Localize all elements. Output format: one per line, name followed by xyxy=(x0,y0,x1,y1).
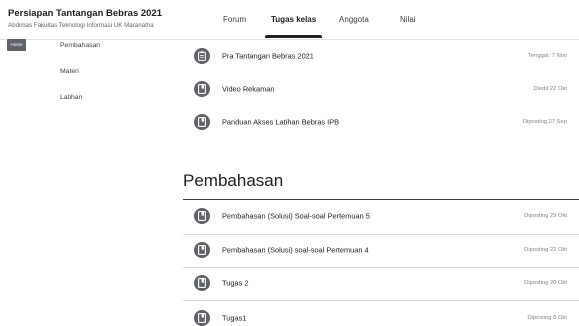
item-date: Diposting 20 Okt xyxy=(524,280,567,286)
classwork-item[interactable]: Tugas 2 Diposting 20 Okt xyxy=(183,267,579,298)
item-title: Pembahasan (Solusi) soal-soal Pertemuan … xyxy=(222,245,369,255)
item-title: Panduan Akses Latihan Bebras IPB xyxy=(222,117,340,127)
classwork-item[interactable]: Pra Tantangan Bebras 2021 Tenggat: 7 Nov xyxy=(183,41,579,71)
material-icon xyxy=(194,242,210,258)
classwork-item[interactable]: Pembahasan (Solusi) Soal-soal Pertemuan … xyxy=(183,201,579,231)
item-date: Diposting 22 Okt xyxy=(524,247,567,253)
material-icon xyxy=(194,208,210,224)
item-date: Tenggat: 7 Nov xyxy=(528,53,567,59)
item-date: Diposting 27 Sep xyxy=(522,119,567,125)
course-subtitle: Abdimas Fakultas Teknologi Informasi UK … xyxy=(8,22,154,29)
tab-nilai[interactable]: Nilai xyxy=(400,15,416,24)
classwork-item[interactable]: Tugas1 Diposting 8 Okt xyxy=(183,300,579,326)
assignment-icon xyxy=(194,48,210,64)
tab-forum[interactable]: Forum xyxy=(223,15,246,24)
classwork-item[interactable]: Panduan Akses Latihan Bebras IPB Diposti… xyxy=(183,107,579,137)
item-title: Tugas1 xyxy=(222,313,247,323)
sidebar-item-pembahasan[interactable]: Pembahasan xyxy=(60,42,100,49)
item-title: Pembahasan (Solusi) Soal-soal Pertemuan … xyxy=(222,211,370,221)
sidebar-item-materi[interactable]: Materi xyxy=(60,68,79,75)
home-badge[interactable]: Home xyxy=(7,39,26,51)
material-icon xyxy=(194,81,210,97)
tab-anggota[interactable]: Anggota xyxy=(339,15,369,24)
material-icon xyxy=(194,114,210,130)
classwork-item[interactable]: Video Rekaman Diedit 22 Okt xyxy=(183,74,579,104)
course-title[interactable]: Persiapan Tantangan Bebras 2021 xyxy=(8,8,162,19)
tab-tugas-kelas[interactable]: Tugas kelas xyxy=(265,15,323,38)
sidebar-item-latihan[interactable]: Latihan xyxy=(60,94,82,101)
item-date: Diedit 22 Okt xyxy=(533,86,567,92)
item-date: Diposting 8 Okt xyxy=(527,315,567,321)
material-icon xyxy=(194,275,210,291)
class-header: Persiapan Tantangan Bebras 2021 Abdimas … xyxy=(0,0,579,40)
item-title: Video Rekaman xyxy=(222,84,275,94)
classwork-item[interactable]: Pembahasan (Solusi) soal-soal Pertemuan … xyxy=(183,234,579,265)
topic-divider xyxy=(183,199,579,200)
tab-tugas-kelas-label: Tugas kelas xyxy=(271,15,317,24)
material-icon xyxy=(194,310,210,326)
item-date: Diposting 29 Okt xyxy=(524,213,567,219)
item-title: Tugas 2 xyxy=(222,278,249,288)
active-tab-indicator xyxy=(265,35,323,38)
topic-title[interactable]: Pembahasan xyxy=(183,171,283,191)
item-title: Pra Tantangan Bebras 2021 xyxy=(222,51,314,61)
